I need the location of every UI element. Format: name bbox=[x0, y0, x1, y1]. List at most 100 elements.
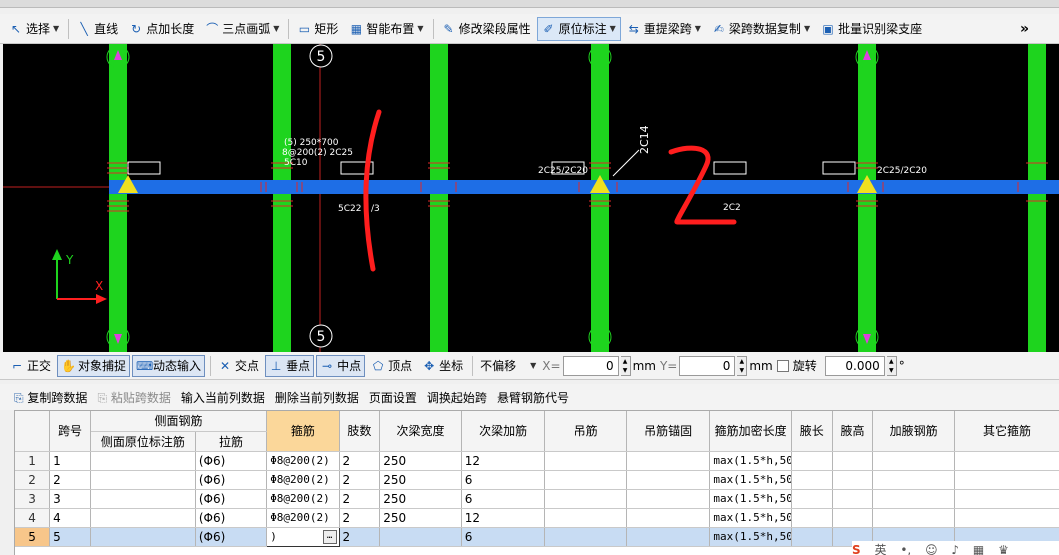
offset-select[interactable]: 不偏移 ▼ bbox=[476, 355, 540, 377]
ime-emoji-icon[interactable]: ☺ bbox=[925, 543, 938, 555]
column-header[interactable]: 拉筋 bbox=[195, 431, 268, 452]
table-cell[interactable] bbox=[626, 470, 711, 490]
table-cell[interactable]: max(1.5*h,50 bbox=[709, 470, 792, 490]
table-cell[interactable]: 12 bbox=[461, 451, 546, 471]
table-cell[interactable] bbox=[791, 508, 833, 528]
cell-browse-button[interactable]: … bbox=[322, 529, 337, 544]
table-cell[interactable]: 1 bbox=[49, 451, 91, 471]
table-cell[interactable] bbox=[832, 470, 874, 490]
column-header[interactable]: 次梁宽度 bbox=[379, 411, 462, 452]
table-cell[interactable]: 5 bbox=[49, 527, 91, 547]
table-action-3-button[interactable]: 删除当前列数据 bbox=[275, 389, 359, 406]
column-header[interactable]: 跨号 bbox=[49, 411, 91, 452]
table-cell[interactable]: (Φ6) bbox=[195, 527, 268, 547]
table-row[interactable]: 3 3 (Φ6) Φ8@200(2) 2 250 6 max(1.5*h,50 bbox=[15, 489, 1059, 509]
table-cell[interactable]: 2 bbox=[49, 470, 91, 490]
table-cell[interactable] bbox=[90, 451, 196, 471]
table-cell[interactable] bbox=[379, 527, 462, 547]
table-cell[interactable]: )… bbox=[266, 526, 340, 547]
rotate-spinner[interactable]: ▲ ▼ bbox=[886, 355, 897, 376]
toolbar-rect-button[interactable]: ▭ 矩形 bbox=[292, 17, 343, 41]
table-cell[interactable] bbox=[626, 451, 711, 471]
table-cell[interactable]: 2 bbox=[339, 527, 381, 547]
table-cell[interactable] bbox=[954, 489, 1059, 509]
snap-intersection-toggle[interactable]: ✕ 交点 bbox=[214, 355, 263, 377]
row-number[interactable]: 5 bbox=[15, 527, 51, 547]
table-row[interactable]: 1 1 (Φ6) Φ8@200(2) 2 250 12 max(1.5*h,50 bbox=[15, 451, 1059, 471]
table-cell[interactable]: max(1.5*h,50 bbox=[709, 527, 792, 547]
toolbar-arc-button[interactable]: ⌒ 三点画弧 ▼ bbox=[200, 17, 284, 41]
column-header[interactable]: 肢数 bbox=[339, 411, 381, 452]
table-cell[interactable]: Φ8@200(2) bbox=[266, 451, 340, 471]
y-spinner[interactable]: ▲ ▼ bbox=[737, 355, 748, 376]
table-action-0-button[interactable]: ⎘ 复制跨数据 bbox=[14, 389, 87, 406]
table-cell[interactable]: 2 bbox=[339, 489, 381, 509]
table-cell[interactable]: 6 bbox=[461, 527, 546, 547]
snap-vertex-toggle[interactable]: ⬠ 顶点 bbox=[367, 355, 416, 377]
table-cell[interactable] bbox=[626, 508, 711, 528]
ime-punct-icon[interactable]: •, bbox=[900, 543, 911, 555]
table-cell[interactable]: Φ8@200(2) bbox=[266, 470, 340, 490]
table-cell[interactable]: max(1.5*h,50 bbox=[709, 489, 792, 509]
toolbar-select-button[interactable]: ↖ 选择 ▼ bbox=[4, 17, 64, 41]
table-cell[interactable]: 250 bbox=[379, 489, 462, 509]
table-cell[interactable] bbox=[90, 508, 196, 528]
table-cell[interactable] bbox=[544, 451, 627, 471]
table-cell[interactable]: 12 bbox=[461, 508, 546, 528]
table-cell[interactable]: 250 bbox=[379, 470, 462, 490]
toolbar-smart-layout-button[interactable]: ▦ 智能布置 ▼ bbox=[344, 17, 428, 41]
toolbar-reextract-span-button[interactable]: ⇆ 重提梁跨 ▼ bbox=[622, 17, 706, 41]
table-cell[interactable] bbox=[872, 489, 955, 509]
snap-snap-toggle[interactable]: ✋ 对象捕捉 bbox=[57, 354, 131, 377]
table-cell[interactable] bbox=[872, 470, 955, 490]
toolbar-in-place-label-button[interactable]: ✐ 原位标注 ▼ bbox=[536, 16, 621, 41]
table-cell[interactable] bbox=[954, 451, 1059, 471]
chevron-down-icon[interactable]: ▼ bbox=[695, 24, 701, 33]
table-cell[interactable]: (Φ6) bbox=[195, 451, 268, 471]
y-input[interactable]: 0 bbox=[679, 355, 736, 376]
table-cell[interactable] bbox=[544, 527, 627, 547]
column-header[interactable]: 其它箍筋 bbox=[954, 411, 1059, 452]
table-cell[interactable]: 6 bbox=[461, 470, 546, 490]
toolbar-batch-identify-button[interactable]: ▣ 批量识别梁支座 bbox=[816, 17, 927, 41]
table-action-5-button[interactable]: 调换起始跨 bbox=[427, 389, 487, 406]
column-header[interactable]: 吊筋 bbox=[544, 411, 627, 452]
drawing-canvas[interactable]: 5 5 (5) 250*700 8@200(2) 2C25 5C10 5C22 … bbox=[3, 44, 1059, 352]
table-cell[interactable] bbox=[832, 508, 874, 528]
snap-dynamic-input-toggle[interactable]: ⌨ 动态输入 bbox=[132, 354, 206, 377]
table-cell[interactable]: max(1.5*h,50 bbox=[709, 451, 792, 471]
table-cell[interactable]: 3 bbox=[49, 489, 91, 509]
table-cell[interactable] bbox=[90, 470, 196, 490]
table-cell[interactable]: 2 bbox=[339, 451, 381, 471]
column-header[interactable]: 吊筋锚固 bbox=[626, 411, 711, 452]
table-cell[interactable]: 250 bbox=[379, 508, 462, 528]
column-header[interactable]: 加腋钢筋 bbox=[872, 411, 955, 452]
table-cell[interactable] bbox=[832, 451, 874, 471]
chevron-down-icon[interactable]: ▼ bbox=[53, 24, 59, 33]
table-row[interactable]: 2 2 (Φ6) Φ8@200(2) 2 250 6 max(1.5*h,50 bbox=[15, 470, 1059, 490]
table-action-4-button[interactable]: 页面设置 bbox=[369, 389, 417, 406]
chevron-down-icon[interactable]: ▼ bbox=[610, 24, 616, 33]
table-cell[interactable] bbox=[544, 470, 627, 490]
table-cell[interactable] bbox=[791, 451, 833, 471]
table-action-6-button[interactable]: 悬臂钢筋代号 bbox=[497, 389, 569, 406]
column-header[interactable]: 次梁加筋 bbox=[461, 411, 546, 452]
chevron-down-icon[interactable]: ▼ bbox=[804, 24, 810, 33]
ime-status-bar[interactable]: S 英 •, ☺ ♪ ▦ ♛ bbox=[852, 541, 1059, 555]
table-cell[interactable] bbox=[791, 489, 833, 509]
table-cell[interactable] bbox=[626, 527, 711, 547]
table-cell[interactable] bbox=[872, 508, 955, 528]
row-number[interactable]: 3 bbox=[15, 489, 51, 509]
x-spinner[interactable]: ▲ ▼ bbox=[620, 355, 631, 376]
table-cell[interactable] bbox=[90, 489, 196, 509]
table-cell[interactable] bbox=[544, 489, 627, 509]
table-cell[interactable] bbox=[791, 527, 833, 547]
table-cell[interactable]: Φ8@200(2) bbox=[266, 508, 340, 528]
ime-mic-icon[interactable]: ♪ bbox=[951, 543, 959, 555]
drawing-svg[interactable]: 5 5 (5) 250*700 8@200(2) 2C25 5C10 5C22 … bbox=[3, 44, 1059, 352]
table-cell[interactable]: Φ8@200(2) bbox=[266, 489, 340, 509]
table-cell[interactable] bbox=[626, 489, 711, 509]
toolbar-edit-span-button[interactable]: ✎ 修改梁段属性 bbox=[437, 17, 536, 41]
table-cell[interactable]: 2 bbox=[339, 470, 381, 490]
table-cell[interactable]: 2 bbox=[339, 508, 381, 528]
